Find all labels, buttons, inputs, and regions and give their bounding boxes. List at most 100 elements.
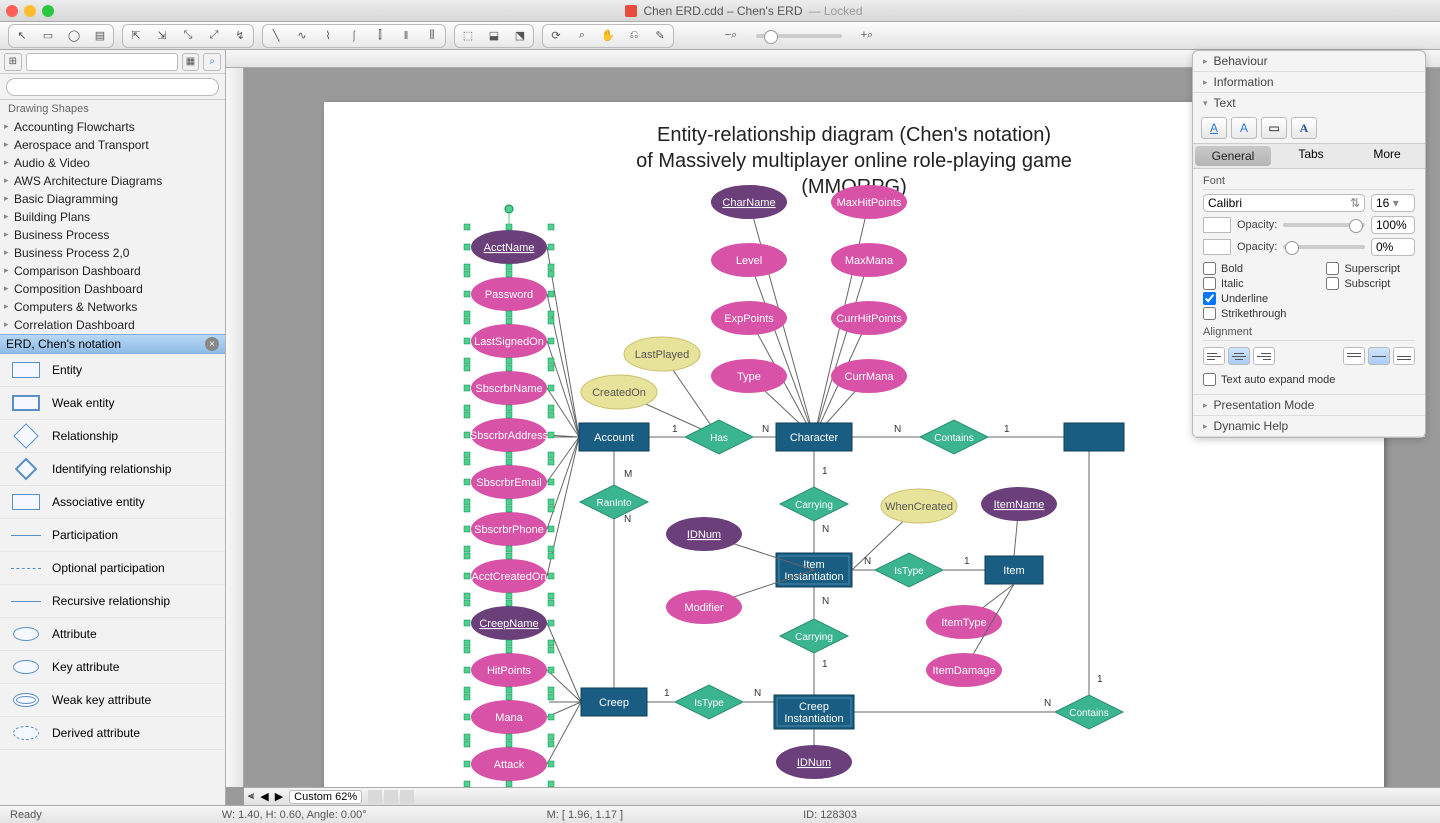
presentation-mode-section[interactable]: ▸Presentation Mode [1193, 395, 1425, 415]
line-tool-1[interactable]: ╲ [265, 27, 287, 45]
eyedropper-tool[interactable]: ✎ [649, 27, 671, 45]
line-tool-7[interactable]: ⫼ [421, 27, 443, 45]
text-underline-icon[interactable]: A [1201, 117, 1227, 139]
erd-attribute[interactable]: Password [471, 277, 547, 311]
erd-attribute[interactable]: Attack [471, 747, 547, 781]
zoom-in-button[interactable]: +⌕ [856, 27, 878, 45]
text-font-icon[interactable]: A [1291, 117, 1317, 139]
ellipse-tool[interactable]: ◯ [63, 27, 85, 45]
erd-relationship[interactable]: IsType [675, 685, 743, 719]
library-search-icon[interactable]: ⌕ [203, 53, 221, 71]
zoom-slider[interactable] [756, 34, 842, 38]
line-tool-4[interactable]: ⎰ [343, 27, 365, 45]
category-item[interactable]: Business Process 2,0 [0, 244, 225, 262]
stencil-item[interactable]: Weak key attribute [0, 684, 225, 717]
italic-checkbox[interactable]: Italic [1203, 277, 1286, 290]
erd-attribute[interactable]: IDNum [776, 745, 852, 779]
category-item[interactable]: Comparison Dashboard [0, 262, 225, 280]
align-center[interactable] [1228, 347, 1250, 365]
erd-relationship[interactable]: Carrying [780, 487, 848, 521]
zoom-select[interactable]: Custom 62% [289, 790, 362, 804]
refresh-tool[interactable]: ⟳ [545, 27, 567, 45]
group-tool-1[interactable]: ⬚ [457, 27, 479, 45]
erd-relationship[interactable]: Has [685, 420, 753, 454]
erd-attribute[interactable]: MaxMana [831, 243, 907, 277]
erd-relationship[interactable]: Carrying [780, 619, 848, 653]
bold-checkbox[interactable]: Bold [1203, 262, 1286, 275]
align-right[interactable] [1253, 347, 1275, 365]
stencil-item[interactable]: Associative entity [0, 486, 225, 519]
behaviour-section[interactable]: ▸Behaviour [1193, 51, 1425, 71]
erd-attribute[interactable]: WhenCreated [881, 489, 957, 523]
erd-attribute[interactable]: CharName [711, 185, 787, 219]
erd-attribute[interactable]: SbscrbrAddress [470, 418, 549, 452]
category-item[interactable]: AWS Architecture Diagrams [0, 172, 225, 190]
erd-entity[interactable]: Character [776, 423, 852, 451]
shape-search-input[interactable] [6, 78, 219, 96]
erd-attribute[interactable]: AcctCreatedOn [471, 559, 547, 593]
superscript-checkbox[interactable]: Superscript [1326, 262, 1400, 275]
erd-entity[interactable] [1064, 423, 1124, 451]
line-tool-3[interactable]: ⌇ [317, 27, 339, 45]
erd-attribute[interactable]: ItemName [981, 487, 1057, 521]
text-highlight-icon[interactable]: A [1231, 117, 1257, 139]
bg-color-button[interactable] [1203, 239, 1231, 255]
stencil-item[interactable]: Relationship [0, 420, 225, 453]
erd-attribute[interactable]: CreatedOn [581, 375, 657, 409]
opacity-value-2[interactable]: 0% [1371, 238, 1415, 256]
erd-entity[interactable]: Item [985, 556, 1043, 584]
text-tool[interactable]: ▤ [89, 27, 111, 45]
category-item[interactable]: Correlation Dashboard [0, 316, 225, 334]
erd-attribute[interactable]: CurrHitPoints [831, 301, 907, 335]
font-size-select[interactable]: 16 ▾ [1371, 194, 1415, 212]
close-library-icon[interactable]: × [205, 337, 219, 351]
stencil-item[interactable]: Entity [0, 354, 225, 387]
valign-top[interactable] [1343, 347, 1365, 365]
strike-checkbox[interactable]: Strikethrough [1203, 307, 1286, 320]
stencil-item[interactable]: Key attribute [0, 651, 225, 684]
erd-attribute[interactable]: SbscrbrName [471, 371, 547, 405]
erd-entity[interactable]: CreepInstantiation [774, 695, 854, 729]
pointer-tool[interactable]: ↖ [11, 27, 33, 45]
erd-entity[interactable]: Creep [581, 688, 647, 716]
connector-tool-2[interactable]: ⇲ [151, 27, 173, 45]
erd-attribute[interactable]: ExpPoints [711, 301, 787, 335]
category-item[interactable]: Building Plans [0, 208, 225, 226]
erd-attribute[interactable]: MaxHitPoints [831, 185, 907, 219]
valign-bottom[interactable] [1393, 347, 1415, 365]
category-item[interactable]: Business Process [0, 226, 225, 244]
opacity-slider-2[interactable] [1283, 245, 1365, 249]
text-box-icon[interactable]: ▭ [1261, 117, 1287, 139]
opacity-slider-1[interactable] [1283, 223, 1365, 227]
active-library-tab[interactable]: ERD, Chen's notation × [0, 334, 225, 354]
erd-attribute[interactable]: AcctName [471, 230, 547, 264]
auto-expand-checkbox[interactable]: Text auto expand mode [1203, 373, 1415, 386]
erd-relationship[interactable]: Contains [1055, 695, 1123, 729]
connector-tool-3[interactable]: ⤡ [177, 27, 199, 45]
erd-attribute[interactable]: SbscrbrEmail [471, 465, 547, 499]
erd-relationship[interactable]: IsType [875, 553, 943, 587]
line-tool-2[interactable]: ∿ [291, 27, 313, 45]
hand-tool[interactable]: ✋ [597, 27, 619, 45]
stencil-item[interactable]: Participation [0, 519, 225, 552]
stencil-item[interactable]: Weak entity [0, 387, 225, 420]
erd-attribute[interactable]: Level [711, 243, 787, 277]
text-color-button[interactable] [1203, 217, 1231, 233]
underline-checkbox[interactable]: Underline [1203, 292, 1286, 305]
valign-middle[interactable] [1368, 347, 1390, 365]
erd-attribute[interactable]: HitPoints [471, 653, 547, 687]
erd-entity[interactable]: Account [579, 423, 649, 451]
connector-tool-4[interactable]: ⤢ [203, 27, 225, 45]
maximize-button[interactable] [42, 5, 54, 17]
erd-attribute[interactable]: SbscrbrPhone [471, 512, 547, 546]
horizontal-scrollbar[interactable]: ⫷◀▶ Custom 62% [244, 787, 1440, 805]
library-search-input[interactable] [26, 53, 178, 71]
zoom-tool[interactable]: ⌕ [571, 27, 593, 45]
erd-attribute[interactable]: LastPlayed [624, 337, 700, 371]
category-item[interactable]: Audio & Video [0, 154, 225, 172]
zoom-out-button[interactable]: −⌕ [720, 27, 742, 45]
erd-attribute[interactable]: ItemType [926, 605, 1002, 639]
category-item[interactable]: Basic Diagramming [0, 190, 225, 208]
dynamic-help-section[interactable]: ▸Dynamic Help [1193, 416, 1425, 436]
rect-tool[interactable]: ▭ [37, 27, 59, 45]
